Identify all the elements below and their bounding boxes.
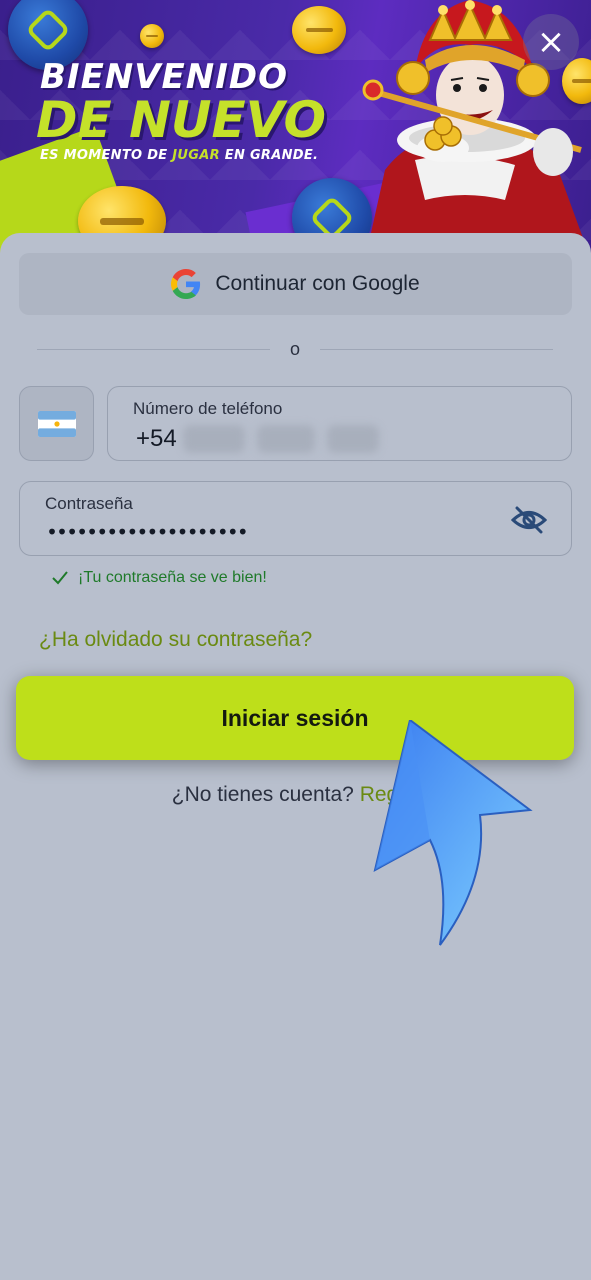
argentina-flag-icon — [37, 410, 76, 437]
coin-decoration — [140, 24, 164, 48]
promo-banner: BIENVENIDO DE NUEVO ES MOMENTO DE JUGAR … — [0, 0, 591, 260]
phone-input[interactable]: Número de teléfono +54 — [107, 386, 572, 461]
phone-redacted — [326, 425, 379, 453]
phone-redacted — [256, 425, 315, 453]
phone-label: Número de teléfono — [133, 399, 283, 418]
register-link[interactable]: Regist — [360, 783, 420, 806]
password-label: Contraseña — [45, 494, 133, 513]
google-button-label: Continuar con Google — [215, 272, 420, 295]
password-status: ¡Tu contraseña se ve bien! — [52, 569, 267, 587]
welcome-headline: BIENVENIDO DE NUEVO ES MOMENTO DE JUGAR … — [36, 57, 326, 163]
phone-prefix: +54 — [136, 425, 177, 452]
coin-decoration — [292, 6, 346, 54]
headline-line1: BIENVENIDO — [40, 57, 289, 97]
phone-value: +54 — [136, 425, 379, 453]
checkmark-icon — [52, 571, 68, 585]
divider-line — [37, 348, 270, 350]
tagline-pre: ES MOMENTO DE — [40, 148, 173, 163]
register-prompt-text: ¿No tienes cuenta? — [171, 783, 360, 806]
tagline-post: EN GRANDE. — [219, 148, 319, 163]
eye-off-icon — [511, 506, 547, 534]
forgot-password-link[interactable]: ¿Ha olvidado su contraseña? — [39, 628, 312, 652]
google-icon — [171, 269, 201, 299]
headline-line2: DE NUEVO — [36, 91, 326, 149]
tagline-highlight: JUGAR — [172, 148, 220, 163]
headline-tagline: ES MOMENTO DE JUGAR EN GRANDE. — [40, 148, 326, 163]
login-button[interactable]: Iniciar sesión — [16, 676, 574, 760]
password-input[interactable]: Contraseña •••••••••••••••••••• — [19, 481, 572, 556]
google-login-button[interactable]: Continuar con Google — [19, 253, 572, 315]
register-prompt: ¿No tienes cuenta? Regist — [0, 783, 591, 807]
close-button[interactable]: × — [523, 14, 579, 70]
password-visibility-toggle[interactable] — [509, 500, 549, 540]
password-status-text: ¡Tu contraseña se ve bien! — [78, 569, 267, 586]
or-divider: o — [37, 338, 554, 359]
phone-redacted — [182, 425, 245, 453]
password-value: •••••••••••••••••••• — [46, 520, 249, 544]
divider-text: o — [290, 338, 301, 359]
login-sheet: Continuar con Google o Número de teléfon… — [0, 233, 591, 1280]
close-icon: × — [536, 22, 566, 62]
divider-line — [320, 348, 554, 350]
country-selector[interactable] — [19, 386, 94, 461]
